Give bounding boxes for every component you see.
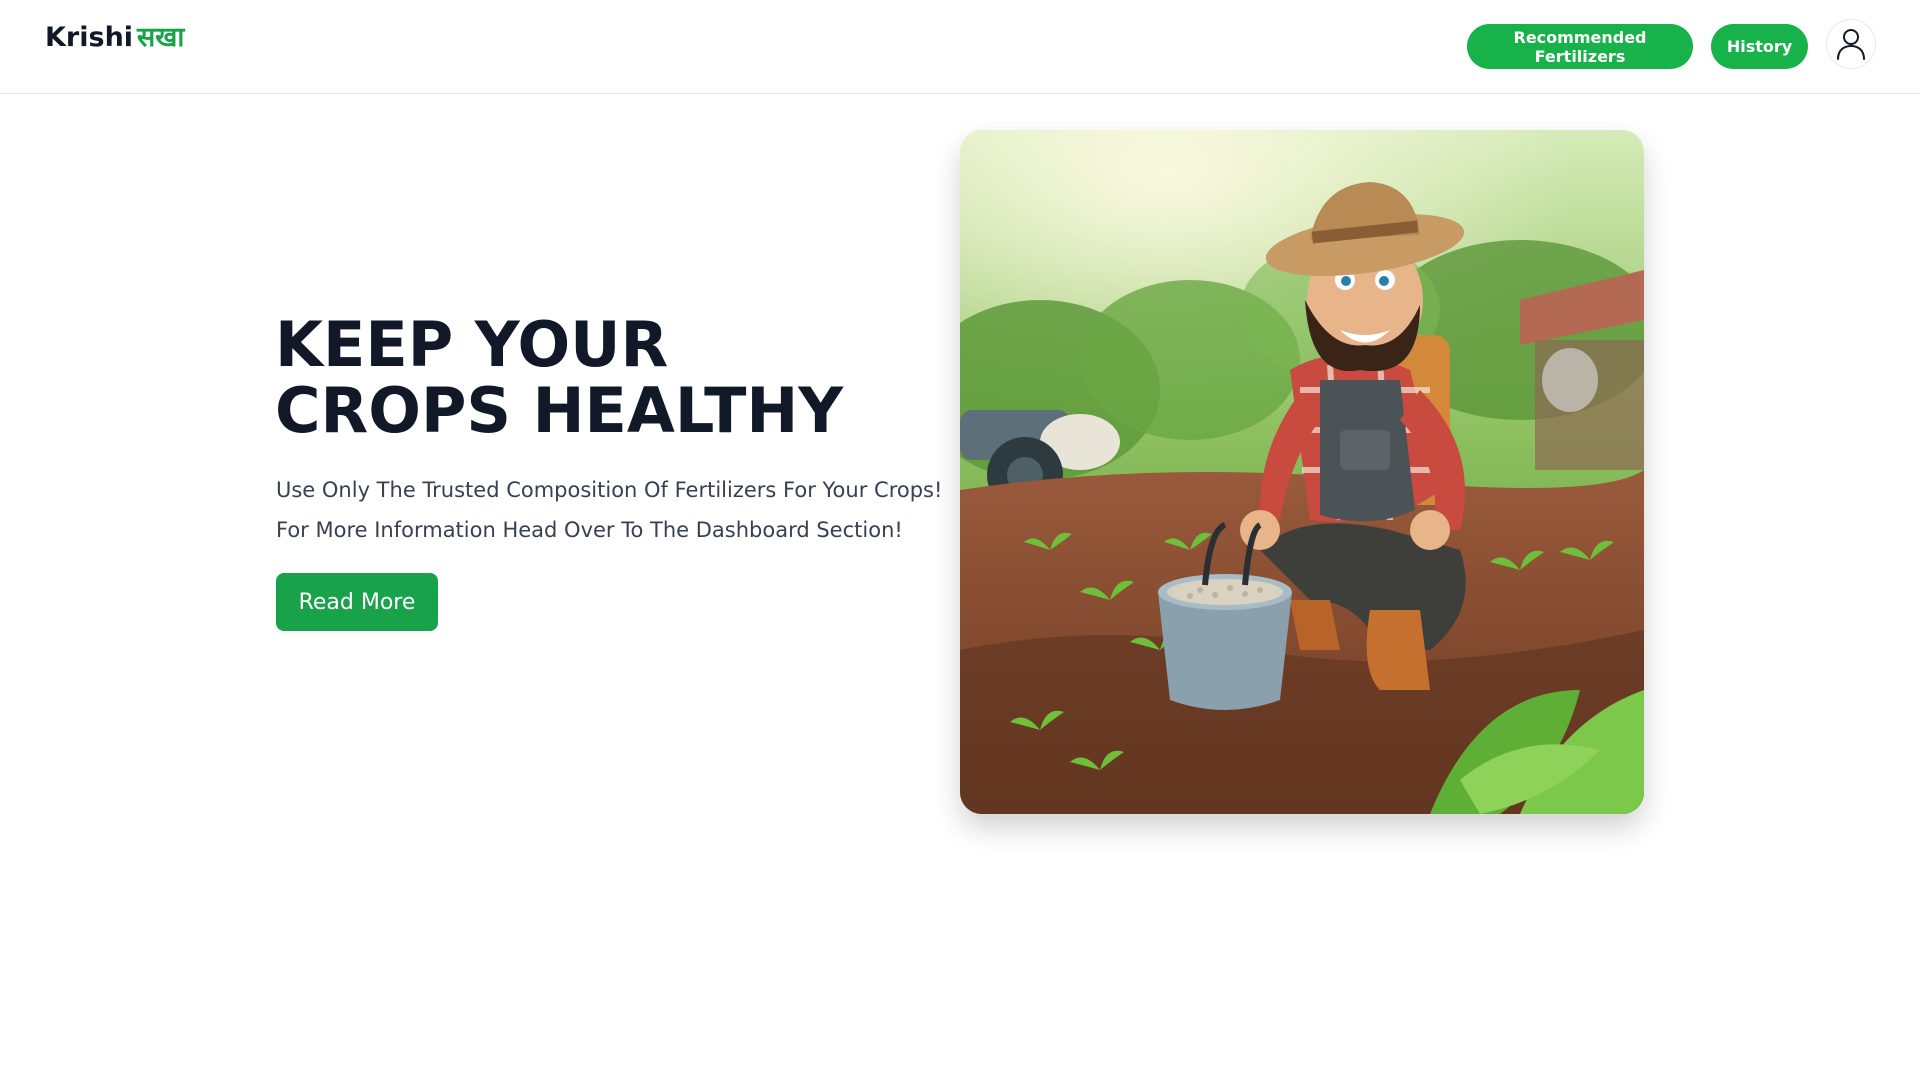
hero-title: KEEP YOUR CROPS HEALTHY: [275, 312, 843, 444]
history-button[interactable]: History: [1711, 24, 1808, 69]
hero-subtitle: Use Only The Trusted Composition Of Fert…: [276, 470, 943, 550]
logo-text-hindi: सखा: [137, 22, 185, 53]
top-navbar: Krishi सखा Recommended Fertilizers Histor…: [0, 0, 1920, 94]
recommended-fertilizers-button[interactable]: Recommended Fertilizers: [1467, 24, 1693, 69]
hero-subtitle-line-2: For More Information Head Over To The Da…: [276, 518, 903, 542]
logo-text-english: Krishi: [45, 22, 134, 53]
read-more-button[interactable]: Read More: [276, 573, 438, 631]
hero-subtitle-line-1: Use Only The Trusted Composition Of Fert…: [276, 478, 943, 502]
hero-title-line-2: CROPS HEALTHY: [275, 374, 844, 447]
hero-image: [960, 130, 1644, 814]
hero-title-line-1: KEEP YOUR: [275, 308, 669, 381]
farmer-illustration: [960, 130, 1644, 814]
profile-button[interactable]: [1826, 19, 1876, 69]
brand-logo[interactable]: Krishi सखा: [45, 20, 184, 56]
user-icon: [1837, 29, 1865, 60]
